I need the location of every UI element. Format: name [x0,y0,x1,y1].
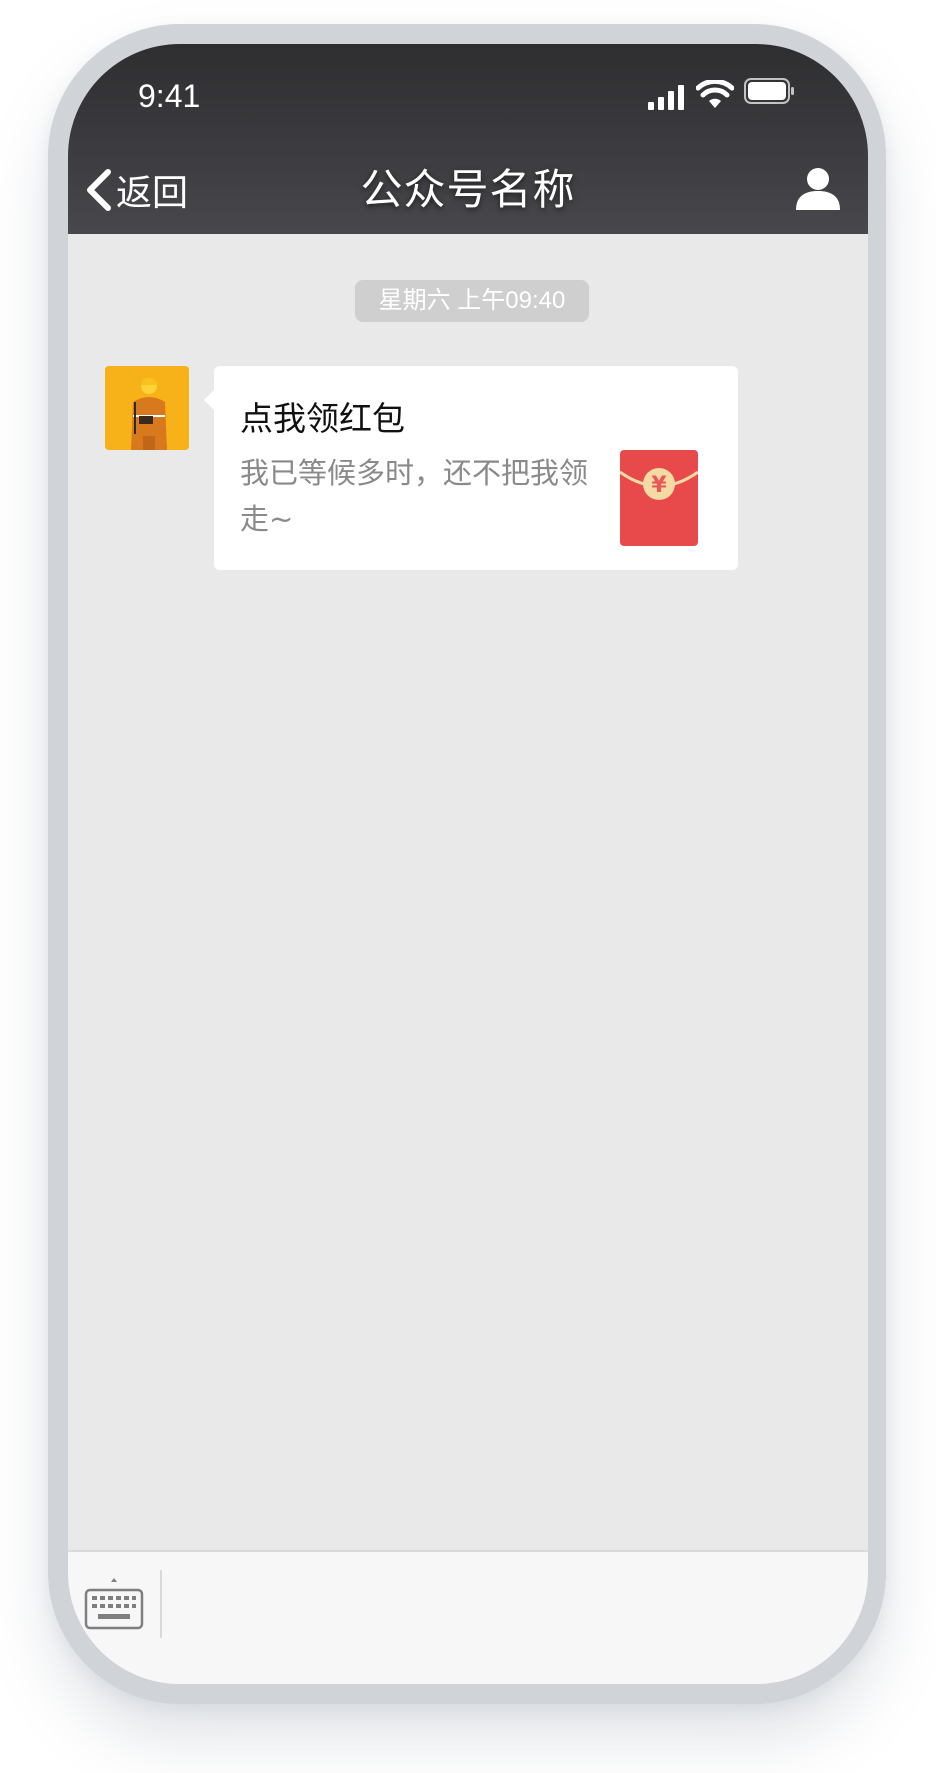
message-description: 我已等候多时，还不把我领走~ [240,456,589,536]
chat-timestamp: 星期六 上午09:40 [355,280,589,322]
keyboard-icon[interactable] [84,1576,144,1632]
yuan-symbol: ¥ [651,473,667,498]
page-title: 公众号名称 [360,165,576,214]
input-divider [160,1570,162,1638]
cellular-signal-icon [648,85,684,110]
wifi-icon [696,80,734,108]
top-bar: 9:41 返回 公众号名称 [68,44,868,234]
avatar-figure [105,366,189,450]
person-icon[interactable] [796,166,840,210]
battery-icon [744,78,794,104]
input-bar [68,1550,868,1684]
avatar[interactable] [105,366,189,450]
status-time: 9:41 [138,78,201,114]
red-packet-message[interactable]: 点我领红包 我已等候多时，还不把我领走~ ¥ [204,366,738,570]
message-title: 点我领红包 [240,399,405,438]
status-icons [648,78,828,112]
phone-screen: 9:41 返回 公众号名称 星期六 上午09:40 点我领红包 我已等候多时，还… [68,44,868,1684]
red-packet-icon: ¥ [620,450,698,546]
